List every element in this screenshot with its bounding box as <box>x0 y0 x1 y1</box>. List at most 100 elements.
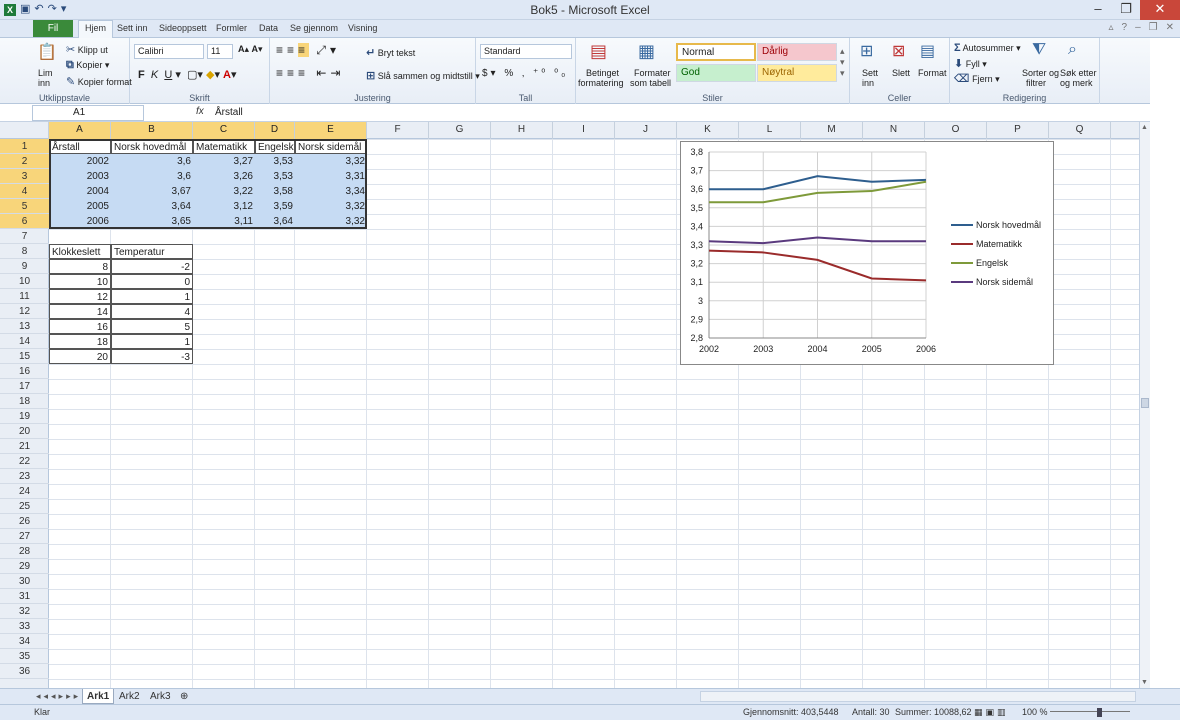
border-icon[interactable]: ▢ <box>187 69 197 81</box>
column-header-g[interactable]: G <box>429 122 491 139</box>
table2-header-cell[interactable]: Temperatur <box>111 244 193 259</box>
tab-page-layout[interactable]: Sideoppsett <box>159 23 207 33</box>
row-header-15[interactable]: 15 <box>0 349 49 364</box>
ribbon-minimize-icon[interactable]: ▵ <box>1108 22 1113 33</box>
row-header-33[interactable]: 33 <box>0 619 49 634</box>
column-header-e[interactable]: E <box>295 122 367 139</box>
column-header-k[interactable]: K <box>677 122 739 139</box>
table1-cell[interactable]: 2004 <box>49 184 111 199</box>
paste-icon[interactable]: 📋 <box>37 42 57 62</box>
paste-button[interactable]: Lim <box>38 68 53 78</box>
fill-color-icon[interactable]: ◆ <box>206 69 214 81</box>
horizontal-scrollbar[interactable] <box>700 691 1136 702</box>
table2-cell[interactable]: 18 <box>49 334 111 349</box>
sheet-tab-ark2[interactable]: Ark2 <box>115 689 144 704</box>
table1-cell[interactable]: 3,53 <box>255 154 295 169</box>
row-header-24[interactable]: 24 <box>0 484 49 499</box>
column-header-f[interactable]: F <box>367 122 429 139</box>
doc-minimize-icon[interactable]: – <box>1135 22 1141 33</box>
number-format-combo[interactable]: Standard <box>480 44 572 59</box>
delete-cells-button[interactable]: Slett <box>892 68 910 78</box>
scroll-down-icon[interactable]: ▼ <box>1141 679 1148 686</box>
style-good[interactable]: God <box>676 64 756 82</box>
table2-cell[interactable]: -2 <box>111 259 193 274</box>
tab-view[interactable]: Visning <box>348 23 377 33</box>
table2-cell[interactable]: 12 <box>49 289 111 304</box>
row-header-13[interactable]: 13 <box>0 319 49 334</box>
row-header-18[interactable]: 18 <box>0 394 49 409</box>
find-select-button[interactable]: Søk etter <box>1060 68 1097 78</box>
styles-more-icon[interactable]: ▴ ▾ ▾ <box>840 46 845 79</box>
style-normal[interactable]: Normal <box>676 43 756 61</box>
vertical-scroll-thumb[interactable] <box>1141 398 1149 408</box>
row-header-25[interactable]: 25 <box>0 499 49 514</box>
minimize-icon[interactable]: – <box>1084 0 1112 20</box>
table2-cell[interactable]: 0 <box>111 274 193 289</box>
help-icon[interactable]: ? <box>1122 22 1128 33</box>
format-as-table-icon[interactable]: ▦ <box>638 41 655 62</box>
row-header-26[interactable]: 26 <box>0 514 49 529</box>
column-header-q[interactable]: Q <box>1049 122 1111 139</box>
table1-cell[interactable]: 3,22 <box>193 184 255 199</box>
row-header-10[interactable]: 10 <box>0 274 49 289</box>
table1-cell[interactable]: 2002 <box>49 154 111 169</box>
table1-cell[interactable]: 3,59 <box>255 199 295 214</box>
row-header-12[interactable]: 12 <box>0 304 49 319</box>
sort-filter-icon[interactable]: ⧨ <box>1032 41 1046 59</box>
tab-data[interactable]: Data <box>259 23 278 33</box>
conditional-format-icon[interactable]: ▤ <box>590 41 607 62</box>
sheet-tab-ark1[interactable]: Ark1 <box>82 689 115 704</box>
grow-font-icon[interactable]: A▴ A▾ <box>238 44 263 55</box>
row-header-2[interactable]: 2 <box>0 154 49 169</box>
table1-cell[interactable]: 3,11 <box>193 214 255 229</box>
style-neutral[interactable]: Nøytral <box>757 64 837 82</box>
table2-cell[interactable]: 1 <box>111 334 193 349</box>
table1-header-cell[interactable]: Årstall <box>49 139 111 154</box>
italic-button[interactable]: K <box>151 69 158 81</box>
scroll-up-icon[interactable]: ▲ <box>1141 124 1148 131</box>
row-header-34[interactable]: 34 <box>0 634 49 649</box>
row-header-17[interactable]: 17 <box>0 379 49 394</box>
column-header-c[interactable]: C <box>193 122 255 139</box>
name-box[interactable]: A1 <box>32 105 144 121</box>
select-all-corner[interactable] <box>0 122 49 139</box>
row-header-1[interactable]: 1 <box>0 139 49 154</box>
row-header-3[interactable]: 3 <box>0 169 49 184</box>
tab-file[interactable]: Fil <box>33 20 73 37</box>
row-header-36[interactable]: 36 <box>0 664 49 679</box>
table1-cell[interactable]: 3,31 <box>295 169 367 184</box>
column-header-i[interactable]: I <box>553 122 615 139</box>
table1-cell[interactable]: 3,53 <box>255 169 295 184</box>
table1-cell[interactable]: 3,27 <box>193 154 255 169</box>
table2-cell[interactable]: 20 <box>49 349 111 364</box>
table2-cell[interactable]: -3 <box>111 349 193 364</box>
row-header-6[interactable]: 6 <box>0 214 49 229</box>
table1-cell[interactable]: 3,32 <box>295 199 367 214</box>
vertical-scrollbar[interactable]: ▲ ▼ <box>1139 122 1150 688</box>
insert-cells-icon[interactable]: ⊞ <box>860 41 873 61</box>
tab-home[interactable]: Hjem <box>78 20 114 38</box>
row-header-32[interactable]: 32 <box>0 604 49 619</box>
conditional-format-button[interactable]: Betinget <box>586 68 619 78</box>
table2-cell[interactable]: 8 <box>49 259 111 274</box>
close-icon[interactable]: ✕ <box>1140 0 1180 20</box>
table1-header-cell[interactable]: Engelsk <box>255 139 295 154</box>
table1-header-cell[interactable]: Matematikk <box>193 139 255 154</box>
row-header-35[interactable]: 35 <box>0 649 49 664</box>
table1-cell[interactable]: 3,58 <box>255 184 295 199</box>
row-header-22[interactable]: 22 <box>0 454 49 469</box>
row-header-20[interactable]: 20 <box>0 424 49 439</box>
row-header-16[interactable]: 16 <box>0 364 49 379</box>
autosum-button[interactable]: Σ Autosummer ▾ <box>954 42 1021 54</box>
table1-cell[interactable]: 3,32 <box>295 154 367 169</box>
row-header-31[interactable]: 31 <box>0 589 49 604</box>
column-header-o[interactable]: O <box>925 122 987 139</box>
horizontal-align-icons[interactable]: ≡≡≡ ⇤⇥ <box>276 66 344 80</box>
row-header-30[interactable]: 30 <box>0 574 49 589</box>
table1-cell[interactable]: 3,26 <box>193 169 255 184</box>
format-cells-button[interactable]: Format <box>918 68 947 78</box>
underline-button[interactable]: U <box>164 69 172 81</box>
merge-center-button[interactable]: ⊞ Slå sammen og midtstill ▾ <box>366 69 480 82</box>
row-header-23[interactable]: 23 <box>0 469 49 484</box>
find-select-icon[interactable]: ⌕ <box>1068 41 1077 59</box>
